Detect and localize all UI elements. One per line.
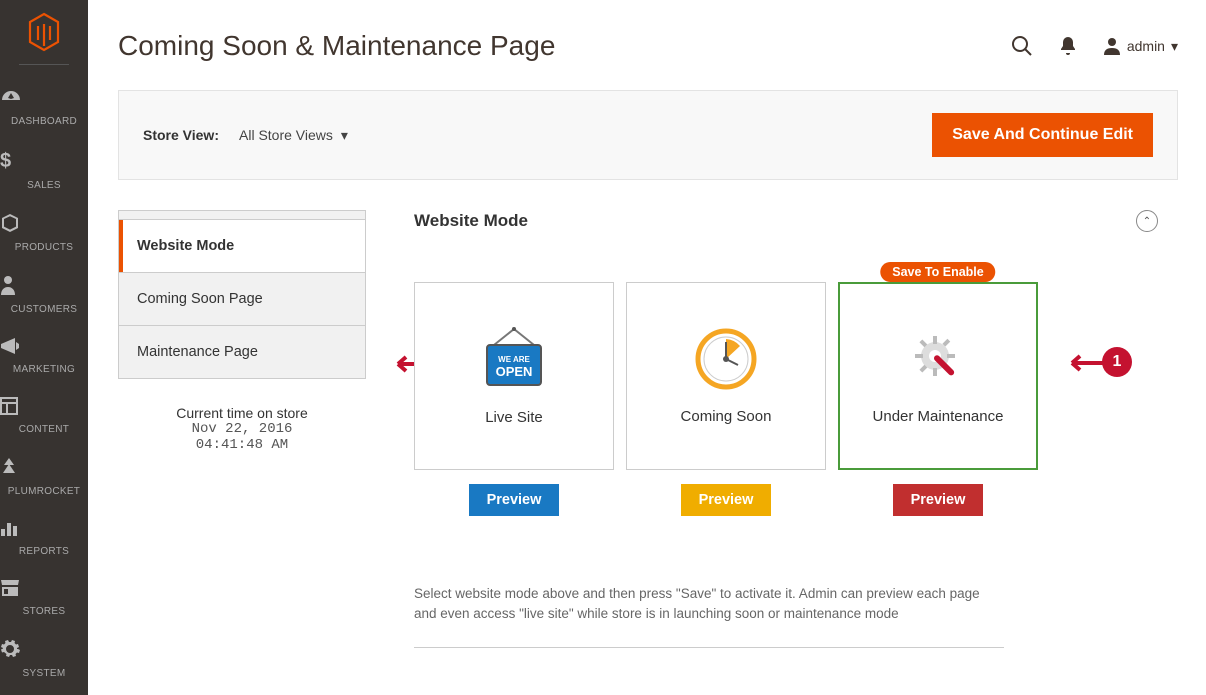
clock-icon [695, 328, 757, 390]
config-tabs: Website Mode Coming Soon Page Maintenanc… [118, 210, 366, 379]
preview-live-button[interactable]: Preview [469, 484, 560, 516]
chevron-down-icon: ▾ [1171, 38, 1178, 55]
tab-coming-soon-page[interactable]: Coming Soon Page [119, 272, 365, 325]
nav-label: PRODUCTS [15, 242, 74, 253]
gear-icon [0, 639, 88, 659]
user-icon [1103, 37, 1121, 55]
nav-label: CUSTOMERS [11, 304, 77, 315]
card-label: Live Site [485, 409, 543, 426]
nav-sales[interactable]: $ SALES [0, 139, 88, 203]
nav-customers[interactable]: CUSTOMERS [0, 265, 88, 327]
nav-label: SALES [27, 180, 61, 191]
nav-reports[interactable]: REPORTS [0, 509, 88, 569]
toolbar: Store View: All Store Views ▾ Save And C… [118, 90, 1178, 180]
search-icon[interactable] [1011, 35, 1033, 57]
box-icon [0, 213, 88, 233]
svg-text:WE ARE: WE ARE [498, 355, 530, 364]
annotation-arrow-1 [1064, 354, 1106, 372]
gear-tool-icon [907, 328, 969, 390]
nav-dashboard[interactable]: DASHBOARD [0, 79, 88, 139]
nav-system[interactable]: SYSTEM [0, 629, 88, 691]
nav-plumrocket[interactable]: PLUMROCKET [0, 447, 88, 509]
nav-content[interactable]: CONTENT [0, 387, 88, 447]
admin-sidebar: DASHBOARD $ SALES PRODUCTS CUSTOMERS MAR… [0, 0, 88, 695]
annotation-badge-1: 1 [1102, 347, 1132, 377]
nav-products[interactable]: PRODUCTS [0, 203, 88, 265]
page-title: Coming Soon & Maintenance Page [118, 30, 555, 62]
preview-maintenance-button[interactable]: Preview [893, 484, 984, 516]
bars-icon [0, 519, 88, 537]
chevron-up-icon: ⌃ [1143, 216, 1151, 227]
save-to-enable-badge: Save To Enable [880, 262, 995, 282]
nav-label: REPORTS [19, 546, 69, 557]
mode-card-coming-soon[interactable]: Coming Soon [626, 282, 826, 470]
store-view-select[interactable]: All Store Views ▾ [239, 127, 348, 144]
admin-account[interactable]: admin ▾ [1103, 37, 1178, 55]
store-time: Current time on store Nov 22, 2016 04:41… [118, 405, 366, 453]
nav-label: SYSTEM [23, 668, 66, 679]
open-sign-icon: WE ARE OPEN [479, 327, 549, 391]
tab-website-mode[interactable]: Website Mode [119, 219, 365, 272]
tab-label: Website Mode [137, 238, 234, 254]
bell-icon[interactable] [1059, 36, 1077, 56]
save-continue-button[interactable]: Save And Continue Edit [932, 113, 1153, 157]
store-view-label: Store View: [143, 127, 219, 143]
nav-label: DASHBOARD [11, 116, 77, 127]
preview-comingsoon-button[interactable]: Preview [681, 484, 772, 516]
svg-text:OPEN: OPEN [496, 364, 533, 379]
store-time-time: 04:41:48 AM [118, 437, 366, 453]
nav-label: PLUMROCKET [8, 486, 80, 497]
divider [19, 64, 69, 65]
nav-label: MARKETING [13, 364, 75, 375]
svg-text:$: $ [0, 150, 11, 171]
nav-stores[interactable]: STORES [0, 569, 88, 629]
magento-logo-icon [27, 12, 61, 52]
store-view-value: All Store Views [239, 127, 333, 143]
tab-label: Coming Soon Page [137, 291, 263, 307]
gauge-icon [0, 89, 88, 107]
nav-marketing[interactable]: MARKETING [0, 327, 88, 387]
collapse-toggle[interactable]: ⌃ [1136, 210, 1158, 232]
nav-label: STORES [23, 606, 66, 617]
admin-label: admin [1127, 38, 1165, 54]
dollar-icon: $ [0, 149, 88, 171]
tab-maintenance-page[interactable]: Maintenance Page [119, 325, 365, 378]
section-title: Website Mode [414, 211, 528, 231]
card-label: Coming Soon [681, 408, 772, 425]
store-time-heading: Current time on store [118, 405, 366, 421]
card-label: Under Maintenance [873, 408, 1004, 425]
tab-label: Maintenance Page [137, 344, 258, 360]
chevron-down-icon: ▾ [341, 127, 348, 144]
tree-icon [0, 457, 88, 477]
layout-icon [0, 397, 88, 415]
nav-label: CONTENT [19, 424, 69, 435]
storefront-icon [0, 579, 88, 597]
person-icon [0, 275, 88, 295]
megaphone-icon [0, 337, 88, 355]
store-time-date: Nov 22, 2016 [118, 421, 366, 437]
help-text: Select website mode above and then press… [414, 584, 1004, 648]
mode-card-live-site[interactable]: WE ARE OPEN Live Site [414, 282, 614, 470]
mode-card-under-maintenance[interactable]: Under Maintenance [838, 282, 1038, 470]
